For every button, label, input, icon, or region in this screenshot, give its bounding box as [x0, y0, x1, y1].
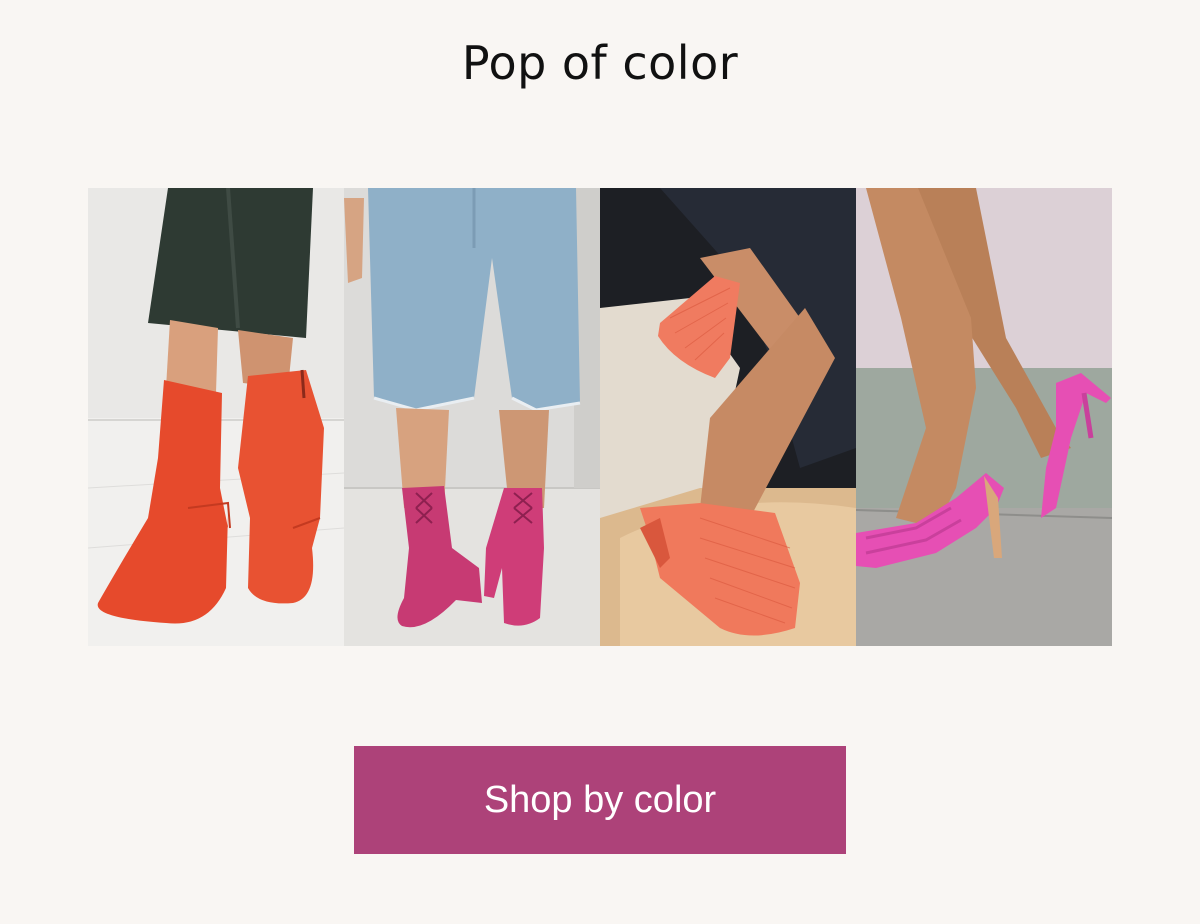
promo-section: Pop of color Shop by color [0, 0, 1200, 924]
coral-woven-mules-image[interactable] [600, 188, 856, 646]
product-gallery [88, 188, 1112, 646]
section-title: Pop of color [461, 36, 739, 90]
coral-woven-mules-illustration [600, 188, 856, 646]
red-ankle-boots-illustration [88, 188, 344, 646]
pink-slingback-heels-image[interactable] [856, 188, 1112, 646]
pink-lace-up-boots-image[interactable] [344, 188, 600, 646]
red-ankle-boots-image[interactable] [88, 188, 344, 646]
shop-by-color-button[interactable]: Shop by color [354, 746, 846, 854]
pink-lace-up-boots-illustration [344, 188, 600, 646]
pink-slingback-heels-illustration [856, 188, 1112, 646]
